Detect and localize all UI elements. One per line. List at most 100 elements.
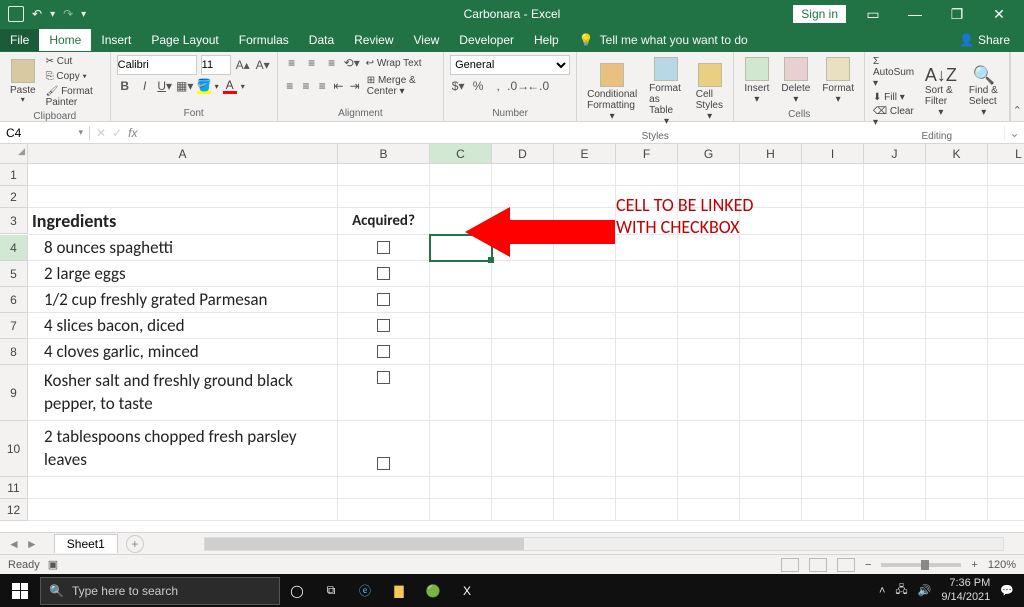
cell-A1[interactable] xyxy=(28,164,338,186)
cell-B7[interactable] xyxy=(338,313,430,339)
accounting-format-icon[interactable]: $▾ xyxy=(450,78,466,94)
row-header-10[interactable]: 10 xyxy=(0,421,28,477)
zoom-slider[interactable] xyxy=(881,563,961,567)
cell-B11[interactable] xyxy=(338,477,430,499)
cell-K9[interactable] xyxy=(926,365,988,421)
cell-D7[interactable] xyxy=(492,313,554,339)
cell-H1[interactable] xyxy=(740,164,802,186)
cell-A4[interactable]: 8 ounces spaghetti xyxy=(28,235,338,261)
col-header-K[interactable]: K xyxy=(926,144,988,164)
cell-K5[interactable] xyxy=(926,261,988,287)
checkbox-icon[interactable] xyxy=(377,457,390,470)
redo-icon[interactable]: ↷ xyxy=(63,7,73,21)
cell-E6[interactable] xyxy=(554,287,616,313)
find-select-button[interactable]: 🔍Find & Select▾ xyxy=(965,64,1003,121)
cell-C9[interactable] xyxy=(430,365,492,421)
tab-page-layout[interactable]: Page Layout xyxy=(141,29,228,51)
cell-F9[interactable] xyxy=(616,365,678,421)
cell-C12[interactable] xyxy=(430,499,492,521)
cell-C6[interactable] xyxy=(430,287,492,313)
cell-J7[interactable] xyxy=(864,313,926,339)
cancel-formula-icon[interactable]: ✕ xyxy=(96,126,106,140)
cell-A7[interactable]: 4 slices bacon, diced xyxy=(28,313,338,339)
cell-J5[interactable] xyxy=(864,261,926,287)
row-header-12[interactable]: 12 xyxy=(0,499,28,521)
font-color-button[interactable]: A xyxy=(223,79,237,94)
sign-in-button[interactable]: Sign in xyxy=(793,5,846,23)
cell-J3[interactable] xyxy=(864,208,926,235)
cell-B2[interactable] xyxy=(338,186,430,208)
italic-button[interactable]: I xyxy=(137,78,153,94)
cell-K12[interactable] xyxy=(926,499,988,521)
cell-J11[interactable] xyxy=(864,477,926,499)
cell-B9[interactable] xyxy=(338,365,430,421)
insert-cells-button[interactable]: Insert▾ xyxy=(740,55,773,107)
cell-D11[interactable] xyxy=(492,477,554,499)
cell-E12[interactable] xyxy=(554,499,616,521)
taskbar-search[interactable]: 🔍 Type here to search xyxy=(40,577,280,605)
autosum-button[interactable]: Σ AutoSum ▾ xyxy=(871,55,917,90)
row-header-8[interactable]: 8 xyxy=(0,339,28,365)
cell-G11[interactable] xyxy=(678,477,740,499)
name-box-dropdown-icon[interactable]: ▾ xyxy=(78,127,83,138)
ribbon-display-options-icon[interactable]: ▭ xyxy=(858,6,888,23)
cell-I11[interactable] xyxy=(802,477,864,499)
cell-B3[interactable]: Acquired? xyxy=(338,208,430,235)
cell-F11[interactable] xyxy=(616,477,678,499)
tab-formulas[interactable]: Formulas xyxy=(229,29,299,51)
cell-H9[interactable] xyxy=(740,365,802,421)
cell-D12[interactable] xyxy=(492,499,554,521)
col-header-F[interactable]: F xyxy=(616,144,678,164)
cell-K10[interactable] xyxy=(926,421,988,477)
cell-C7[interactable] xyxy=(430,313,492,339)
checkbox-icon[interactable] xyxy=(377,293,390,306)
cell-C1[interactable] xyxy=(430,164,492,186)
cell-J10[interactable] xyxy=(864,421,926,477)
cell-A11[interactable] xyxy=(28,477,338,499)
macro-record-icon[interactable]: ▣ xyxy=(48,558,58,571)
cell-D6[interactable] xyxy=(492,287,554,313)
cell-L12[interactable] xyxy=(988,499,1024,521)
decrease-indent-icon[interactable]: ⇤ xyxy=(332,78,344,94)
notification-icon[interactable]: 💬 xyxy=(1000,584,1014,597)
align-right-icon[interactable]: ≡ xyxy=(316,78,328,94)
cell-I8[interactable] xyxy=(802,339,864,365)
cell-J2[interactable] xyxy=(864,186,926,208)
copy-button[interactable]: ⎘ Copy ▾ xyxy=(44,70,104,83)
page-break-view-button[interactable] xyxy=(837,558,855,572)
cell-F10[interactable] xyxy=(616,421,678,477)
cell-A2[interactable] xyxy=(28,186,338,208)
col-header-E[interactable]: E xyxy=(554,144,616,164)
row-header-9[interactable]: 9 xyxy=(0,365,28,421)
cell-D10[interactable] xyxy=(492,421,554,477)
tell-me-search[interactable]: 💡 Tell me what you want to do xyxy=(579,33,748,47)
align-left-icon[interactable]: ≡ xyxy=(284,78,296,94)
cell-G6[interactable] xyxy=(678,287,740,313)
cell-C11[interactable] xyxy=(430,477,492,499)
cell-K4[interactable] xyxy=(926,235,988,261)
undo-icon[interactable]: ↶ xyxy=(32,7,42,21)
cell-B10[interactable] xyxy=(338,421,430,477)
cell-L11[interactable] xyxy=(988,477,1024,499)
cell-D8[interactable] xyxy=(492,339,554,365)
clock[interactable]: 7:36 PM 9/14/2021 xyxy=(941,577,990,603)
cell-L9[interactable] xyxy=(988,365,1024,421)
share-button[interactable]: 👤 Share xyxy=(959,33,1024,47)
align-top-icon[interactable]: ≡ xyxy=(284,55,300,71)
cell-G4[interactable] xyxy=(678,235,740,261)
tab-data[interactable]: Data xyxy=(299,29,344,51)
name-box[interactable]: C4 ▾ xyxy=(0,126,90,140)
fill-button[interactable]: ⬇ Fill ▾ xyxy=(871,91,917,104)
cell-L5[interactable] xyxy=(988,261,1024,287)
number-format-select[interactable]: General xyxy=(450,55,570,75)
decrease-decimal-icon[interactable]: ←.0 xyxy=(530,78,546,94)
cell-J12[interactable] xyxy=(864,499,926,521)
cell-I2[interactable] xyxy=(802,186,864,208)
format-cells-button[interactable]: Format▾ xyxy=(818,55,858,107)
border-button[interactable]: ▦▾ xyxy=(177,78,193,94)
cell-F8[interactable] xyxy=(616,339,678,365)
cell-D5[interactable] xyxy=(492,261,554,287)
col-header-L[interactable]: L xyxy=(988,144,1024,164)
comma-format-icon[interactable]: , xyxy=(490,78,506,94)
percent-format-icon[interactable]: % xyxy=(470,78,486,94)
